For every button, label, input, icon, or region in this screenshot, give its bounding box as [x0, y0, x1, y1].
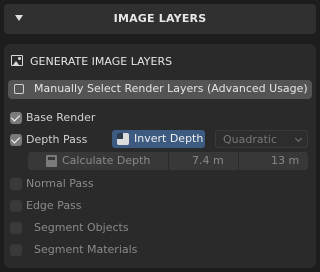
image-icon	[11, 55, 23, 66]
depth-curve-value: Quadratic	[223, 133, 278, 146]
edge-pass-checkbox[interactable]	[10, 200, 22, 212]
edge-pass-label: Edge Pass	[26, 199, 82, 212]
base-render-label: Base Render	[26, 111, 96, 124]
panel-header[interactable]: IMAGE LAYERS	[4, 4, 316, 34]
segment-objects-checkbox[interactable]	[10, 222, 22, 234]
depth-pass-label: Depth Pass	[26, 133, 88, 146]
separator	[168, 152, 169, 170]
manual-select-label: Manually Select Render Layers (Advanced …	[34, 82, 308, 95]
segment-objects-label: Segment Objects	[34, 221, 129, 234]
chevron-down-icon	[294, 134, 303, 143]
far-distance-field[interactable]: 13 m	[271, 154, 299, 167]
base-render-checkbox[interactable]	[10, 112, 22, 124]
manual-select-button[interactable]: Manually Select Render Layers (Advanced …	[8, 80, 312, 99]
panel-title: IMAGE LAYERS	[113, 12, 207, 25]
normal-pass-label: Normal Pass	[26, 177, 94, 190]
calculate-depth-row: Calculate Depth 7.4 m 13 m	[28, 152, 308, 170]
manual-select-checkbox-icon	[14, 84, 24, 94]
depth-pass-checkbox[interactable]	[10, 134, 22, 146]
invert-icon	[117, 133, 129, 145]
near-distance-field[interactable]: 7.4 m	[192, 154, 224, 167]
generate-panel: GENERATE IMAGE LAYERS Manually Select Re…	[4, 44, 316, 268]
generate-label: GENERATE IMAGE LAYERS	[30, 55, 173, 68]
invert-depth-label: Invert Depth	[134, 132, 204, 145]
segment-materials-checkbox[interactable]	[10, 244, 22, 256]
depth-curve-dropdown[interactable]: Quadratic	[215, 130, 308, 148]
calculate-depth-button[interactable]: Calculate Depth	[62, 154, 150, 167]
invert-depth-toggle[interactable]: Invert Depth	[112, 130, 205, 148]
separator	[238, 152, 239, 170]
segment-materials-label: Segment Materials	[34, 243, 138, 256]
calculator-icon	[46, 155, 57, 167]
normal-pass-checkbox[interactable]	[10, 178, 22, 190]
